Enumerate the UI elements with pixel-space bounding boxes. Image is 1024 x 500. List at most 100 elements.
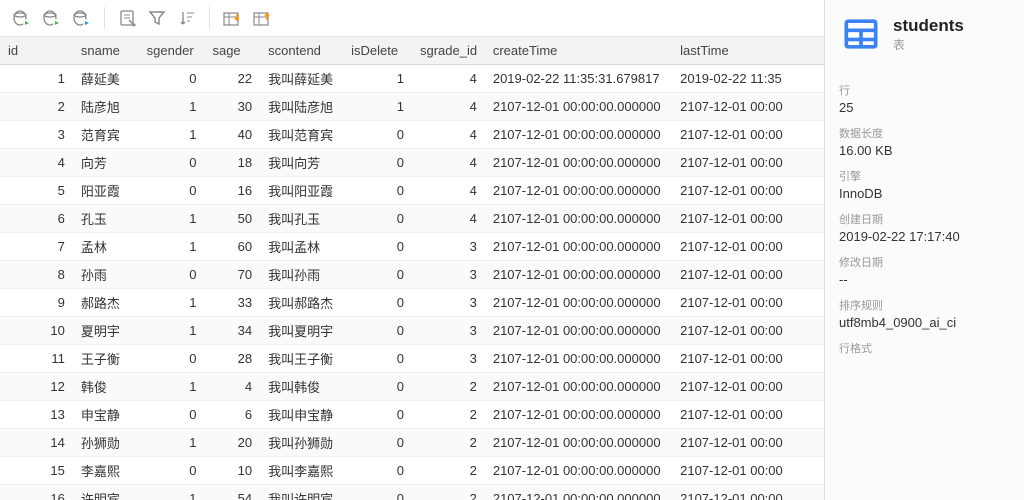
toolbar-refresh-auto-button[interactable] <box>38 6 66 30</box>
cell-isDelete[interactable]: 0 <box>343 317 412 345</box>
cell-sgender[interactable]: 1 <box>139 317 205 345</box>
cell-sname[interactable]: 郝路杰 <box>73 289 139 317</box>
cell-sgrade_id[interactable]: 4 <box>412 121 485 149</box>
toolbar-refresh-stop-button[interactable] <box>68 6 96 30</box>
cell-createTime[interactable]: 2107-12-01 00:00:00.000000 <box>485 177 672 205</box>
cell-sgender[interactable]: 1 <box>139 289 205 317</box>
cell-isDelete[interactable]: 0 <box>343 401 412 429</box>
cell-sgrade_id[interactable]: 4 <box>412 177 485 205</box>
cell-sname[interactable]: 夏明宇 <box>73 317 139 345</box>
cell-createTime[interactable]: 2107-12-01 00:00:00.000000 <box>485 261 672 289</box>
cell-sname[interactable]: 向芳 <box>73 149 139 177</box>
table-row[interactable]: 7孟林160我叫孟林032107-12-01 00:00:00.00000021… <box>0 233 824 261</box>
cell-id[interactable]: 8 <box>0 261 73 289</box>
cell-isDelete[interactable]: 0 <box>343 261 412 289</box>
cell-scontend[interactable]: 我叫孟林 <box>260 233 343 261</box>
cell-isDelete[interactable]: 0 <box>343 121 412 149</box>
cell-isDelete[interactable]: 0 <box>343 373 412 401</box>
cell-sgender[interactable]: 0 <box>139 457 205 485</box>
cell-isDelete[interactable]: 0 <box>343 345 412 373</box>
cell-sgrade_id[interactable]: 3 <box>412 233 485 261</box>
cell-sage[interactable]: 10 <box>204 457 260 485</box>
cell-lastTime[interactable]: 2107-12-01 00:00 <box>672 233 824 261</box>
cell-id[interactable]: 7 <box>0 233 73 261</box>
cell-sname[interactable]: 韩俊 <box>73 373 139 401</box>
cell-scontend[interactable]: 我叫韩俊 <box>260 373 343 401</box>
cell-sgender[interactable]: 0 <box>139 345 205 373</box>
table-row[interactable]: 8孙雨070我叫孙雨032107-12-01 00:00:00.00000021… <box>0 261 824 289</box>
cell-isDelete[interactable]: 1 <box>343 93 412 121</box>
cell-id[interactable]: 11 <box>0 345 73 373</box>
cell-sage[interactable]: 34 <box>204 317 260 345</box>
cell-lastTime[interactable]: 2019-02-22 11:35 <box>672 65 824 93</box>
column-header-sgender[interactable]: sgender <box>139 37 205 65</box>
cell-isDelete[interactable]: 0 <box>343 289 412 317</box>
cell-sgrade_id[interactable]: 2 <box>412 457 485 485</box>
cell-createTime[interactable]: 2107-12-01 00:00:00.000000 <box>485 205 672 233</box>
cell-sgrade_id[interactable]: 3 <box>412 317 485 345</box>
cell-sage[interactable]: 40 <box>204 121 260 149</box>
cell-isDelete[interactable]: 0 <box>343 457 412 485</box>
cell-lastTime[interactable]: 2107-12-01 00:00 <box>672 261 824 289</box>
cell-sgender[interactable]: 1 <box>139 121 205 149</box>
cell-lastTime[interactable]: 2107-12-01 00:00 <box>672 457 824 485</box>
cell-isDelete[interactable]: 1 <box>343 65 412 93</box>
cell-scontend[interactable]: 我叫孔玉 <box>260 205 343 233</box>
cell-sgender[interactable]: 0 <box>139 261 205 289</box>
cell-id[interactable]: 13 <box>0 401 73 429</box>
cell-sage[interactable]: 70 <box>204 261 260 289</box>
cell-sname[interactable]: 孔玉 <box>73 205 139 233</box>
cell-id[interactable]: 5 <box>0 177 73 205</box>
cell-scontend[interactable]: 我叫申宝静 <box>260 401 343 429</box>
column-header-lastTime[interactable]: lastTime <box>672 37 824 65</box>
cell-isDelete[interactable]: 0 <box>343 205 412 233</box>
cell-sage[interactable]: 50 <box>204 205 260 233</box>
cell-sage[interactable]: 54 <box>204 485 260 500</box>
toolbar-export-button[interactable] <box>248 6 276 30</box>
cell-sage[interactable]: 22 <box>204 65 260 93</box>
cell-scontend[interactable]: 我叫陆彦旭 <box>260 93 343 121</box>
cell-sgrade_id[interactable]: 4 <box>412 65 485 93</box>
cell-createTime[interactable]: 2107-12-01 00:00:00.000000 <box>485 121 672 149</box>
cell-sgender[interactable]: 1 <box>139 373 205 401</box>
toolbar-refresh-button[interactable] <box>8 6 36 30</box>
cell-sname[interactable]: 阳亚霞 <box>73 177 139 205</box>
table-row[interactable]: 3范育宾140我叫范育宾042107-12-01 00:00:00.000000… <box>0 121 824 149</box>
cell-sname[interactable]: 李嘉熙 <box>73 457 139 485</box>
cell-scontend[interactable]: 我叫许明宾 <box>260 485 343 500</box>
cell-id[interactable]: 12 <box>0 373 73 401</box>
cell-lastTime[interactable]: 2107-12-01 00:00 <box>672 289 824 317</box>
cell-lastTime[interactable]: 2107-12-01 00:00 <box>672 317 824 345</box>
toolbar-import-button[interactable] <box>218 6 246 30</box>
table-row[interactable]: 4向芳018我叫向芳042107-12-01 00:00:00.00000021… <box>0 149 824 177</box>
cell-sage[interactable]: 6 <box>204 401 260 429</box>
cell-createTime[interactable]: 2107-12-01 00:00:00.000000 <box>485 345 672 373</box>
cell-scontend[interactable]: 我叫夏明宇 <box>260 317 343 345</box>
cell-sgender[interactable]: 1 <box>139 233 205 261</box>
cell-id[interactable]: 6 <box>0 205 73 233</box>
table-row[interactable]: 16许明宾154我叫许明宾022107-12-01 00:00:00.00000… <box>0 485 824 500</box>
column-header-scontend[interactable]: scontend <box>260 37 343 65</box>
cell-sgrade_id[interactable]: 4 <box>412 93 485 121</box>
cell-scontend[interactable]: 我叫孙狮勋 <box>260 429 343 457</box>
cell-lastTime[interactable]: 2107-12-01 00:00 <box>672 93 824 121</box>
cell-sage[interactable]: 16 <box>204 177 260 205</box>
table-row[interactable]: 12韩俊14我叫韩俊022107-12-01 00:00:00.00000021… <box>0 373 824 401</box>
cell-sgender[interactable]: 0 <box>139 177 205 205</box>
cell-sname[interactable]: 许明宾 <box>73 485 139 500</box>
cell-sgrade_id[interactable]: 3 <box>412 261 485 289</box>
table-row[interactable]: 13申宝静06我叫申宝静022107-12-01 00:00:00.000000… <box>0 401 824 429</box>
cell-sgender[interactable]: 0 <box>139 401 205 429</box>
cell-sage[interactable]: 30 <box>204 93 260 121</box>
cell-id[interactable]: 2 <box>0 93 73 121</box>
column-header-sname[interactable]: sname <box>73 37 139 65</box>
cell-sgrade_id[interactable]: 2 <box>412 373 485 401</box>
column-header-id[interactable]: id <box>0 37 73 65</box>
cell-lastTime[interactable]: 2107-12-01 00:00 <box>672 345 824 373</box>
cell-id[interactable]: 15 <box>0 457 73 485</box>
cell-id[interactable]: 1 <box>0 65 73 93</box>
cell-sgrade_id[interactable]: 3 <box>412 345 485 373</box>
cell-createTime[interactable]: 2019-02-22 11:35:31.679817 <box>485 65 672 93</box>
cell-sgender[interactable]: 0 <box>139 65 205 93</box>
table-row[interactable]: 1薛延美022我叫薛延美142019-02-22 11:35:31.679817… <box>0 65 824 93</box>
